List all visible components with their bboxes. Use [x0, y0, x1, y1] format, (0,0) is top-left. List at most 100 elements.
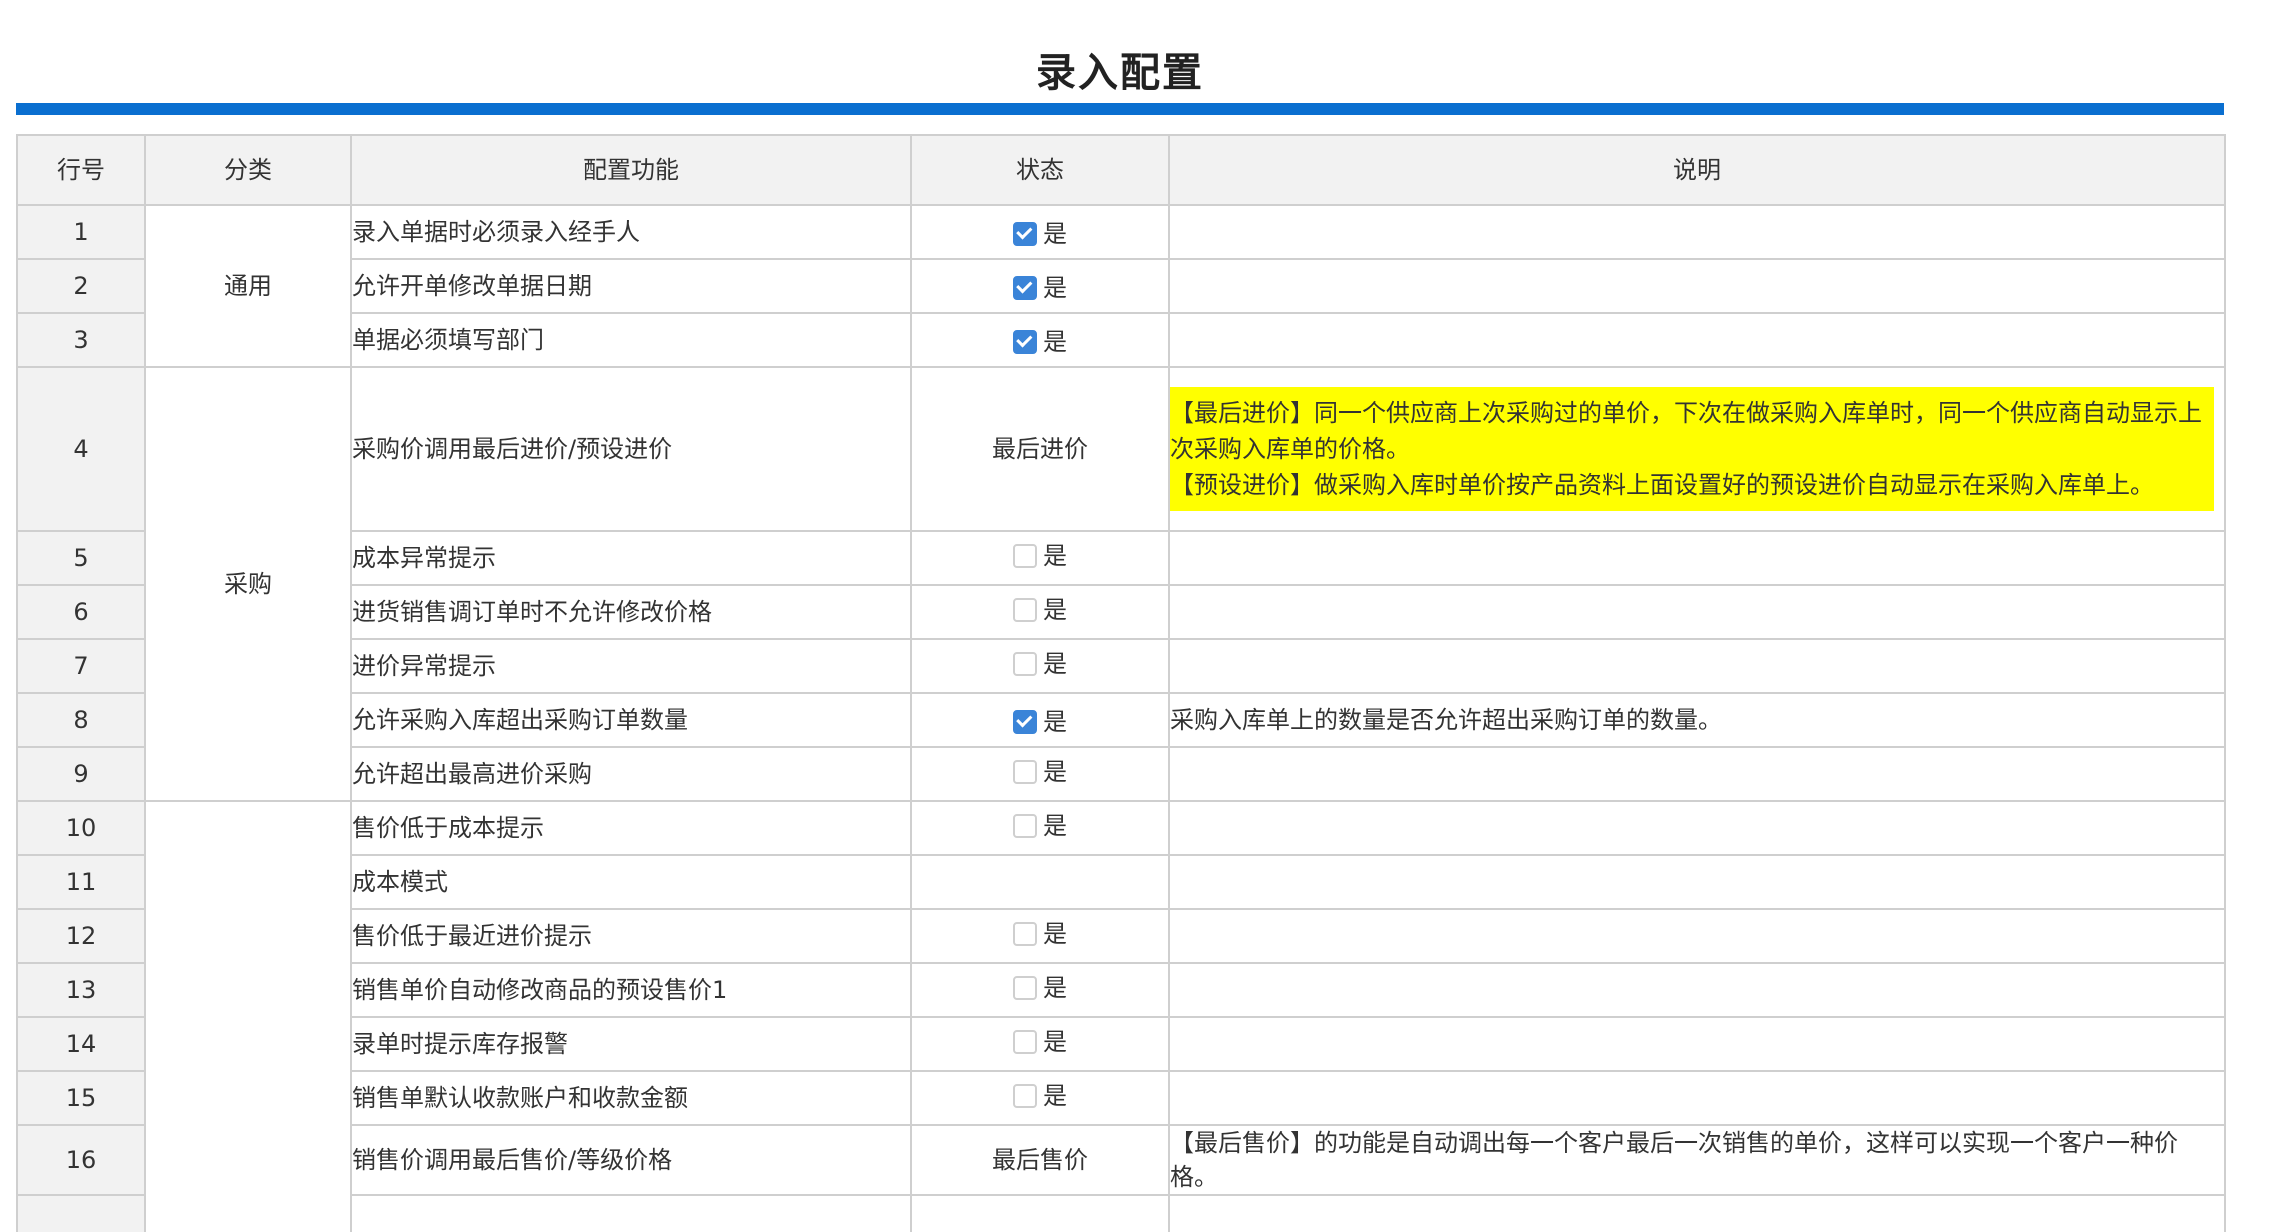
- checkbox-row-10[interactable]: 是: [1013, 808, 1067, 844]
- checkbox-row-9[interactable]: 是: [1013, 754, 1067, 790]
- config-table: 行号 分类 配置功能 状态 说明 1 通用 录入单据时必须录入经手人 是 2 允…: [16, 134, 2226, 1232]
- status-cell: 是: [910, 204, 1170, 260]
- checkbox-checked-icon: [1013, 709, 1037, 734]
- feature-label: 录单时提示库存报警: [350, 1016, 912, 1072]
- checkbox-row-12[interactable]: 是: [1013, 916, 1067, 952]
- status-cell: 是: [910, 800, 1170, 856]
- checkbox-row-8[interactable]: 是: [1013, 704, 1067, 740]
- description-cell: [1168, 746, 2226, 802]
- feature-label: 成本异常提示: [350, 530, 912, 586]
- feature-label: 允许开单修改单据日期: [350, 258, 912, 314]
- checkbox-row-13[interactable]: 是: [1013, 970, 1067, 1006]
- feature-label: 销售单价自动修改商品的预设售价1: [350, 962, 912, 1018]
- feature-label: 采购价调用最后进价/预设进价: [350, 366, 912, 532]
- header-row-number: 行号: [16, 134, 146, 206]
- status-cell: 是: [910, 584, 1170, 640]
- table-row: 10 售价低于成本提示 是: [16, 800, 2226, 1232]
- checkbox-label: 是: [1043, 219, 1067, 248]
- checkbox-label: 是: [1043, 650, 1067, 678]
- description-cell: 【最后售价】的功能是自动调出每一个客户最后一次销售的单价，这样可以实现一个客户一…: [1168, 1124, 2226, 1196]
- row-number: 11: [16, 854, 146, 910]
- checkbox-row-14[interactable]: 是: [1013, 1024, 1067, 1060]
- checkbox-row-5[interactable]: 是: [1013, 538, 1067, 574]
- table-row: 1 通用 录入单据时必须录入经手人 是: [16, 204, 2226, 368]
- header-feature: 配置功能: [350, 134, 912, 206]
- description-cell: [1168, 854, 2226, 910]
- description-text: 【最后售价】的功能是自动调出每一个客户最后一次销售的单价，这样可以实现一个客户一…: [1170, 1129, 2178, 1191]
- header-category: 分类: [144, 134, 352, 206]
- description-cell: [1168, 638, 2226, 694]
- category-general: 通用: [144, 204, 352, 368]
- feature-label: 售价低于成本提示: [350, 800, 912, 856]
- status-cell: 是: [910, 962, 1170, 1018]
- row-number: 10: [16, 800, 146, 856]
- feature-label: 允许采购入库超出采购订单数量: [350, 692, 912, 748]
- description-cell: [1168, 962, 2226, 1018]
- feature-label: 售价低于最近进价提示: [350, 908, 912, 964]
- checkbox-label: 是: [1043, 1082, 1067, 1110]
- status-cell: 是: [910, 746, 1170, 802]
- description-cell: [1168, 908, 2226, 964]
- checkbox-label: 是: [1043, 273, 1067, 302]
- checkbox-unchecked-icon: [1013, 598, 1037, 622]
- status-value[interactable]: 最后进价: [910, 366, 1170, 532]
- description-cell: [1168, 258, 2226, 314]
- checkbox-label: 是: [1043, 1028, 1067, 1056]
- row-number: [16, 1194, 146, 1232]
- checkbox-unchecked-icon: [1013, 814, 1037, 838]
- checkbox-label: 是: [1043, 707, 1067, 736]
- checkbox-unchecked-icon: [1013, 976, 1037, 1000]
- checkbox-label: 是: [1043, 974, 1067, 1002]
- checkbox-unchecked-icon: [1013, 1030, 1037, 1054]
- feature-label: 允许超出最高进价采购: [350, 746, 912, 802]
- checkbox-row-6[interactable]: 是: [1013, 592, 1067, 628]
- description-cell: [1168, 1070, 2226, 1126]
- description-cell: [1168, 800, 2226, 856]
- description-cell: [1168, 204, 2226, 260]
- note-line-last-price: 【最后进价】同一个供应商上次采购过的单价，下次在做采购入库单时，同一个供应商自动…: [1170, 399, 2202, 463]
- category-purchase: 采购: [144, 366, 352, 802]
- checkbox-row-7[interactable]: 是: [1013, 646, 1067, 682]
- feature-label: 销售单默认收款账户和收款金额: [350, 1070, 912, 1126]
- feature-label: [350, 1194, 912, 1232]
- category-sales: [144, 800, 352, 1232]
- table-header-row: 行号 分类 配置功能 状态 说明: [16, 134, 2226, 206]
- checkbox-row-15[interactable]: 是: [1013, 1078, 1067, 1114]
- description-cell: [1168, 530, 2226, 586]
- table-row: 4 采购 采购价调用最后进价/预设进价 最后进价 【最后进价】同一个供应商上次采…: [16, 366, 2226, 802]
- status-cell: [910, 1194, 1170, 1232]
- status-cell: 是: [910, 530, 1170, 586]
- description-cell: 采购入库单上的数量是否允许超出采购订单的数量。: [1168, 692, 2226, 748]
- row-number: 6: [16, 584, 146, 640]
- row-number: 5: [16, 530, 146, 586]
- status-cell: 是: [910, 908, 1170, 964]
- row-number: 1: [16, 204, 146, 260]
- feature-label: 成本模式: [350, 854, 912, 910]
- row-number: 8: [16, 692, 146, 748]
- checkbox-checked-icon: [1013, 275, 1037, 300]
- feature-label: 录入单据时必须录入经手人: [350, 204, 912, 260]
- checkbox-unchecked-icon: [1013, 652, 1037, 676]
- checkbox-label: 是: [1043, 812, 1067, 840]
- checkbox-row-2[interactable]: 是: [1013, 270, 1067, 306]
- checkbox-label: 是: [1043, 758, 1067, 786]
- checkbox-label: 是: [1043, 327, 1067, 356]
- checkbox-unchecked-icon: [1013, 760, 1037, 784]
- row-number: 9: [16, 746, 146, 802]
- row-number: 14: [16, 1016, 146, 1072]
- header-status: 状态: [910, 134, 1170, 206]
- row-number: 16: [16, 1124, 146, 1196]
- status-value[interactable]: 最后售价: [910, 1124, 1170, 1196]
- status-cell: 是: [910, 312, 1170, 368]
- checkbox-row-1[interactable]: 是: [1013, 216, 1067, 252]
- checkbox-checked-icon: [1013, 221, 1037, 246]
- row-number: 13: [16, 962, 146, 1018]
- feature-label: 销售价调用最后售价/等级价格: [350, 1124, 912, 1196]
- checkbox-row-3[interactable]: 是: [1013, 324, 1067, 360]
- status-cell[interactable]: [910, 854, 1170, 910]
- description-cell: 【最后进价】同一个供应商上次采购过的单价，下次在做采购入库单时，同一个供应商自动…: [1168, 366, 2226, 532]
- feature-label: 单据必须填写部门: [350, 312, 912, 368]
- note-line-preset-price: 【预设进价】做采购入库时单价按产品资料上面设置好的预设进价自动显示在采购入库单上…: [1170, 471, 2154, 499]
- status-cell: 是: [910, 1016, 1170, 1072]
- checkbox-label: 是: [1043, 920, 1067, 948]
